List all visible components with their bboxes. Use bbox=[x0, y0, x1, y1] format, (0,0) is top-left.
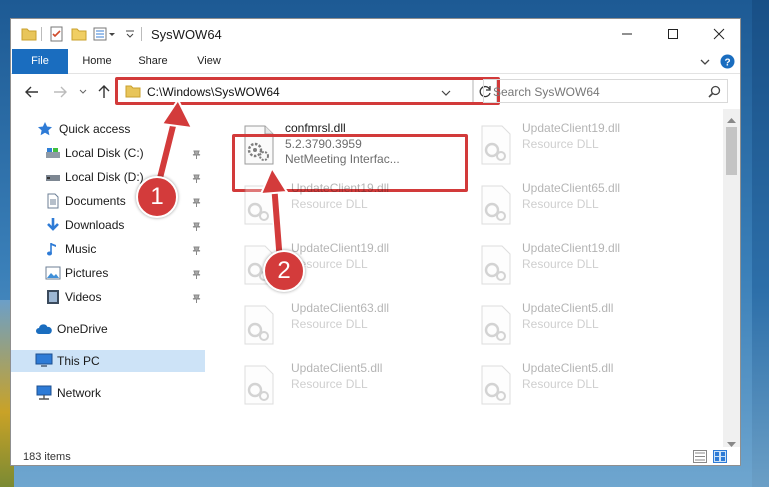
step-badge-1: 1 bbox=[136, 176, 178, 218]
annotation-arrows bbox=[153, 98, 289, 267]
step-badge-2: 2 bbox=[263, 250, 305, 292]
